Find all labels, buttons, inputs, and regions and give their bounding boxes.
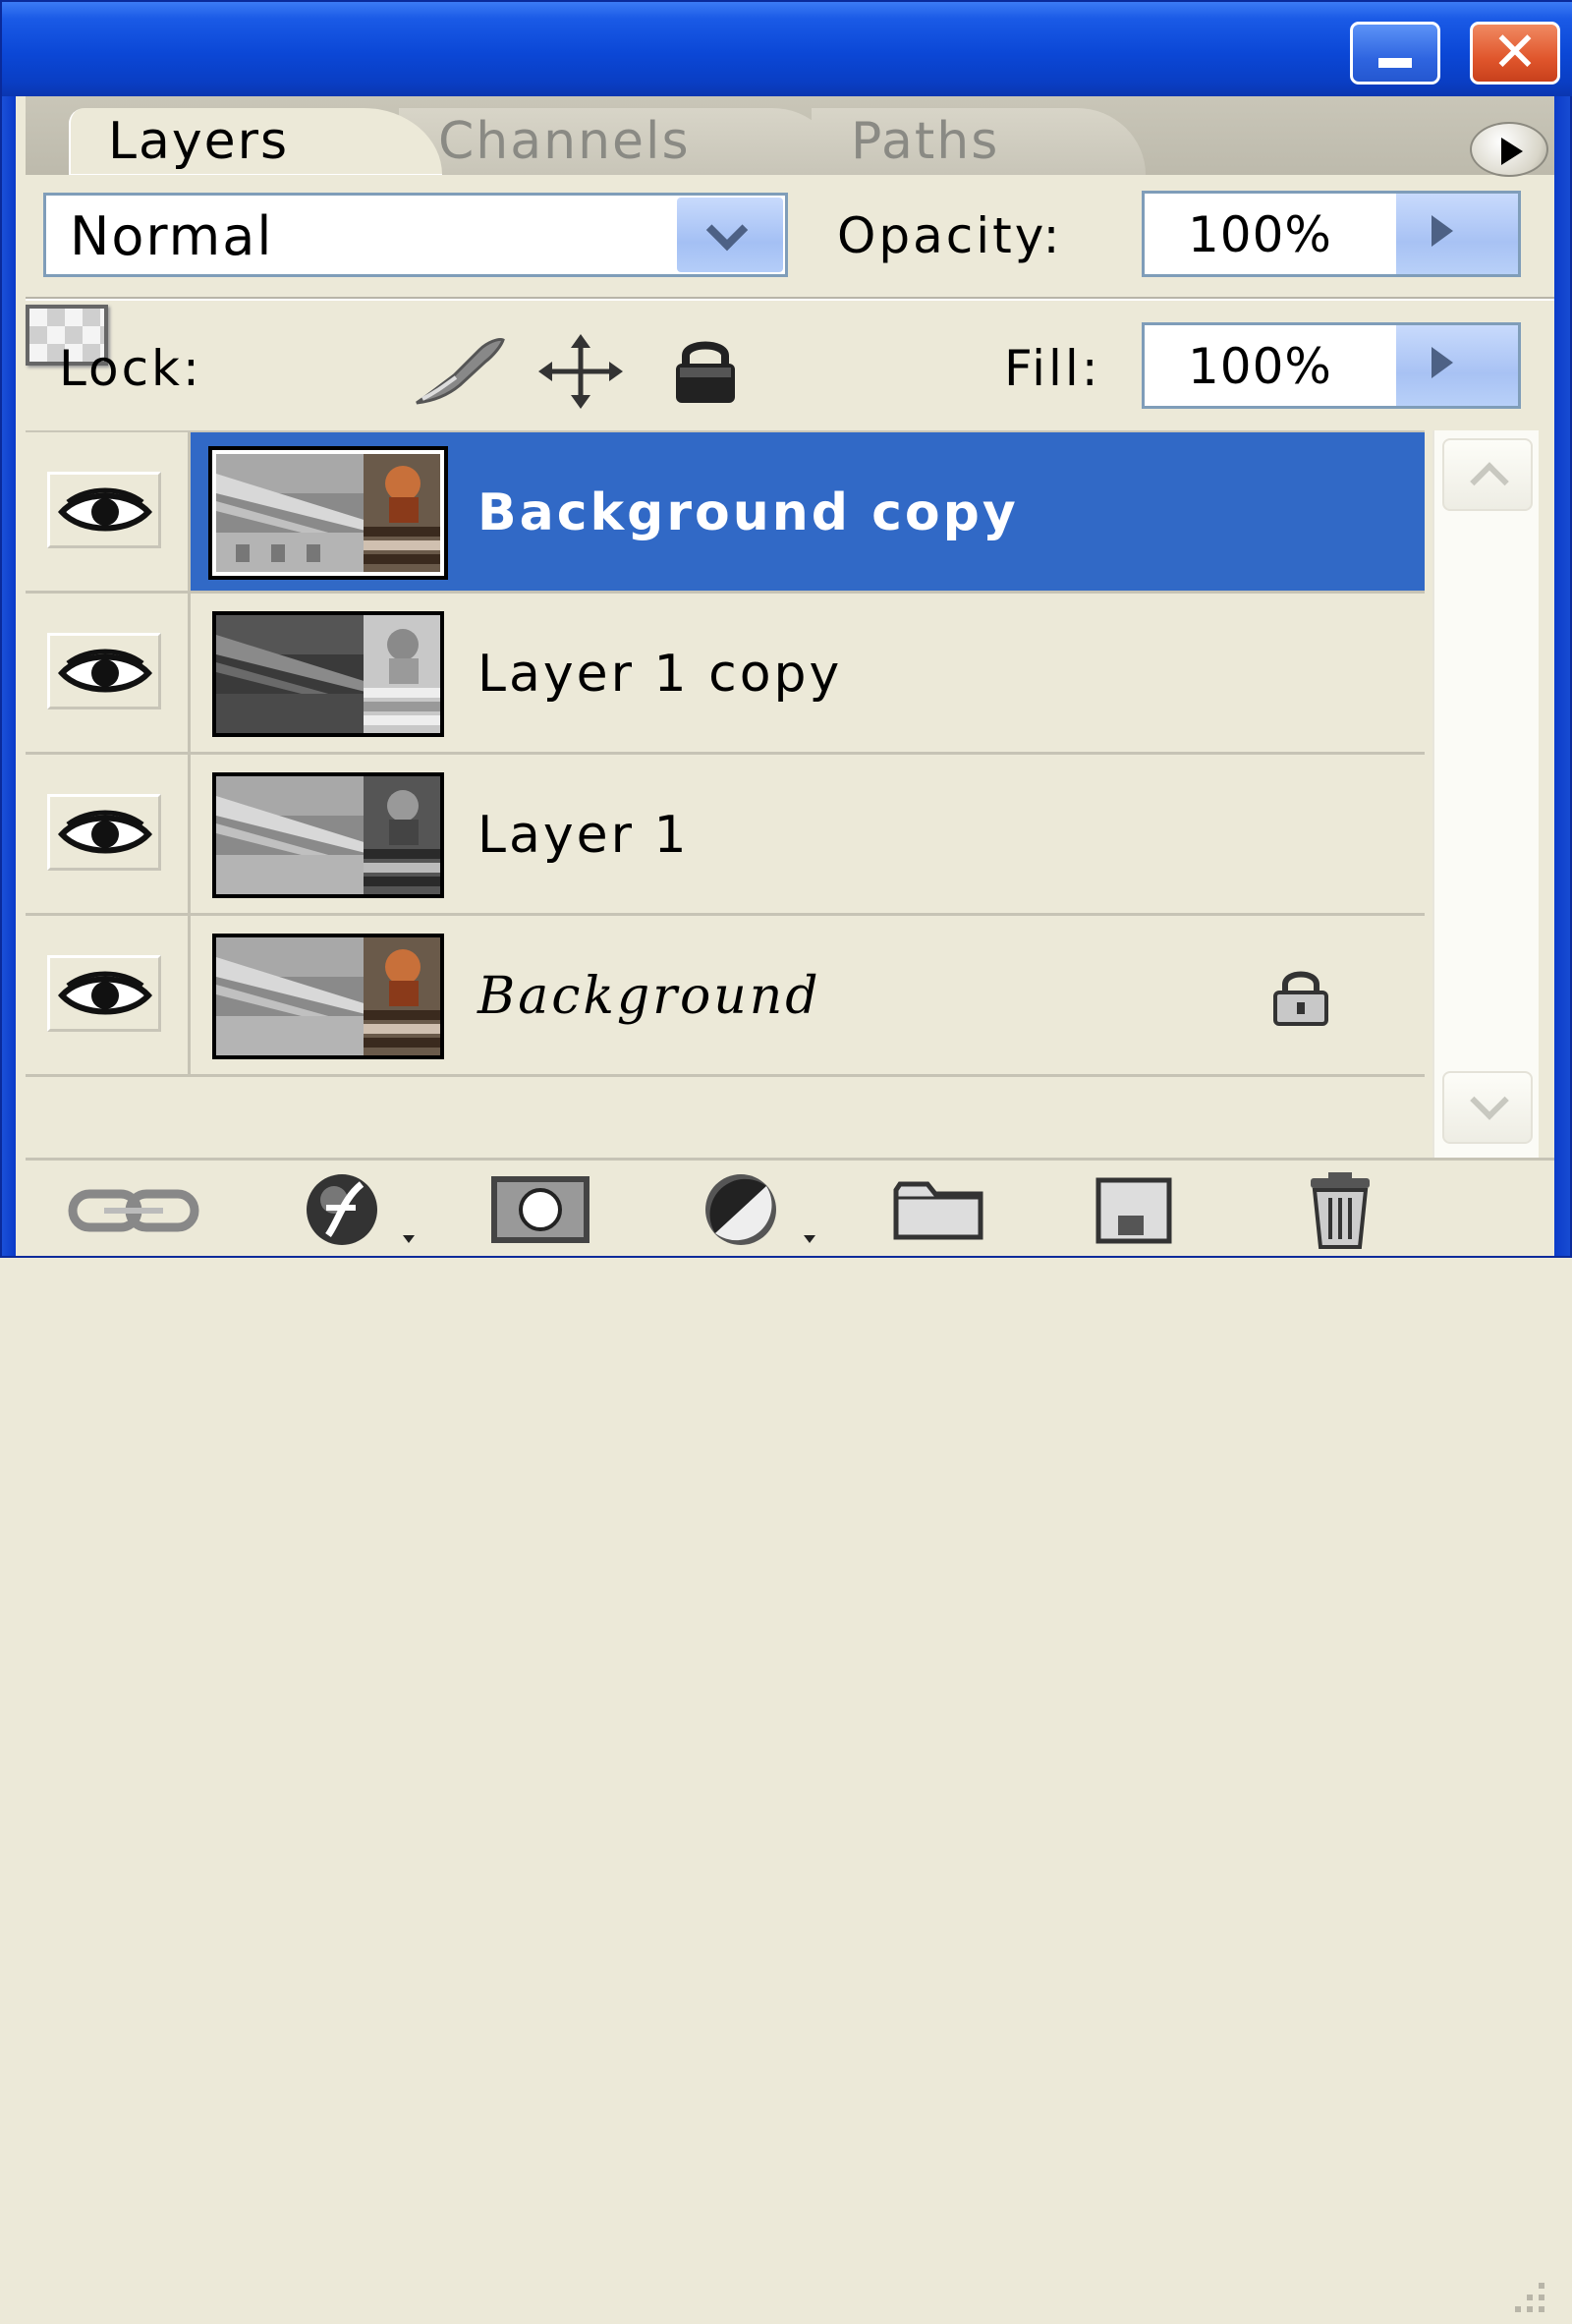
close-icon: ✕ (1491, 21, 1539, 85)
layer-thumbnail[interactable] (212, 772, 444, 898)
eye-icon (58, 649, 152, 693)
lock-row: Lock: Fill: 100% (26, 305, 1554, 430)
layers-palette-window: ✕ Paths Channels Layers Normal Opacity: … (0, 0, 1572, 2312)
visibility-toggle[interactable] (47, 955, 161, 1032)
arrow-right-icon (1432, 215, 1453, 247)
fill-slider-button[interactable] (1396, 325, 1518, 406)
layer-name[interactable]: Layer 1 (477, 755, 690, 916)
eye-icon (58, 971, 152, 1015)
eye-icon (58, 810, 152, 854)
tab-channels[interactable]: Channels (399, 108, 841, 175)
layers-scrollbar[interactable] (1432, 430, 1539, 1158)
visibility-toggle[interactable] (47, 633, 161, 709)
opacity-slider-button[interactable] (1396, 194, 1518, 274)
blend-mode-value: Normal (70, 205, 274, 267)
close-button[interactable]: ✕ (1470, 22, 1560, 85)
layer-row-background-copy[interactable]: Background copy (26, 432, 1425, 594)
opacity-value: 100% (1188, 206, 1332, 263)
opacity-label: Opacity: (837, 207, 1063, 264)
brush-icon[interactable] (409, 332, 505, 405)
visibility-toggle[interactable] (47, 794, 161, 871)
chevron-down-icon (1470, 1081, 1509, 1120)
layer-style-button[interactable] (299, 1172, 415, 1247)
visibility-cell[interactable] (26, 432, 191, 591)
panel-menu-button[interactable] (1470, 122, 1548, 177)
padlock-icon (1265, 967, 1336, 1026)
delete-layer-button[interactable] (1293, 1172, 1401, 1249)
layer-name[interactable]: Layer 1 copy (477, 594, 842, 755)
layer-thumbnail[interactable] (212, 934, 444, 1059)
layers-list: Background copy Layer 1 copy Layer 1 Bac… (26, 430, 1425, 1158)
layers-panel: Paths Channels Layers Normal Opacity: 10… (26, 96, 1554, 2312)
layer-row-layer-1[interactable]: Layer 1 (26, 755, 1425, 916)
move-arrows-icon[interactable] (536, 332, 625, 409)
new-layer-button[interactable] (1093, 1172, 1201, 1247)
add-layer-mask-button[interactable] (487, 1172, 595, 1247)
blend-row: Normal Opacity: 100% (26, 185, 1554, 293)
fill-value: 100% (1188, 338, 1332, 395)
layer-name[interactable]: Background (477, 916, 821, 1077)
chevron-up-icon (1470, 462, 1509, 501)
visibility-cell[interactable] (26, 916, 191, 1074)
tab-layers[interactable]: Layers (69, 108, 442, 175)
layer-thumbnail[interactable] (208, 446, 448, 580)
new-layer-icon (1095, 1177, 1172, 1244)
fill-field[interactable]: 100% (1142, 322, 1521, 409)
tab-strip: Paths Channels Layers (26, 96, 1554, 177)
blend-mode-dropdown-button[interactable] (677, 198, 783, 272)
padlock-icon[interactable] (666, 332, 755, 403)
title-bar[interactable]: ✕ (2, 2, 1572, 96)
minimize-button[interactable] (1350, 22, 1440, 85)
visibility-cell[interactable] (26, 755, 191, 913)
layer-thumbnail[interactable] (212, 611, 444, 737)
fx-icon (307, 1174, 415, 1245)
blend-mode-select[interactable]: Normal (43, 193, 788, 277)
fill-label: Fill: (1004, 340, 1101, 397)
layer-name[interactable]: Background copy (477, 432, 1019, 594)
divider (26, 297, 1554, 301)
trash-icon (1311, 1172, 1370, 1249)
lock-label: Lock: (59, 340, 202, 397)
new-group-button[interactable] (890, 1172, 998, 1247)
folder-icon (893, 1181, 983, 1240)
tab-paths[interactable]: Paths (812, 108, 1146, 175)
layer-row-layer-1-copy[interactable]: Layer 1 copy (26, 594, 1425, 755)
minimize-icon (1378, 58, 1412, 68)
opacity-field[interactable]: 100% (1142, 191, 1521, 277)
scroll-up-button[interactable] (1442, 438, 1533, 511)
half-circle-icon (705, 1174, 815, 1245)
link-icon (68, 1189, 199, 1232)
visibility-toggle[interactable] (47, 472, 161, 548)
play-arrow-icon (1501, 138, 1523, 165)
bottom-toolbar (26, 1158, 1554, 2312)
layer-row-background[interactable]: Background (26, 916, 1425, 1077)
resize-grip[interactable] (1499, 2277, 1548, 2320)
chevron-down-icon (705, 208, 749, 252)
eye-icon (58, 487, 152, 532)
scroll-down-button[interactable] (1442, 1071, 1533, 1144)
arrow-right-icon (1432, 347, 1453, 378)
link-layers-button[interactable] (65, 1172, 199, 1247)
adjustment-layer-button[interactable] (694, 1172, 815, 1247)
layer-mask-icon (491, 1176, 590, 1243)
visibility-cell[interactable] (26, 594, 191, 752)
